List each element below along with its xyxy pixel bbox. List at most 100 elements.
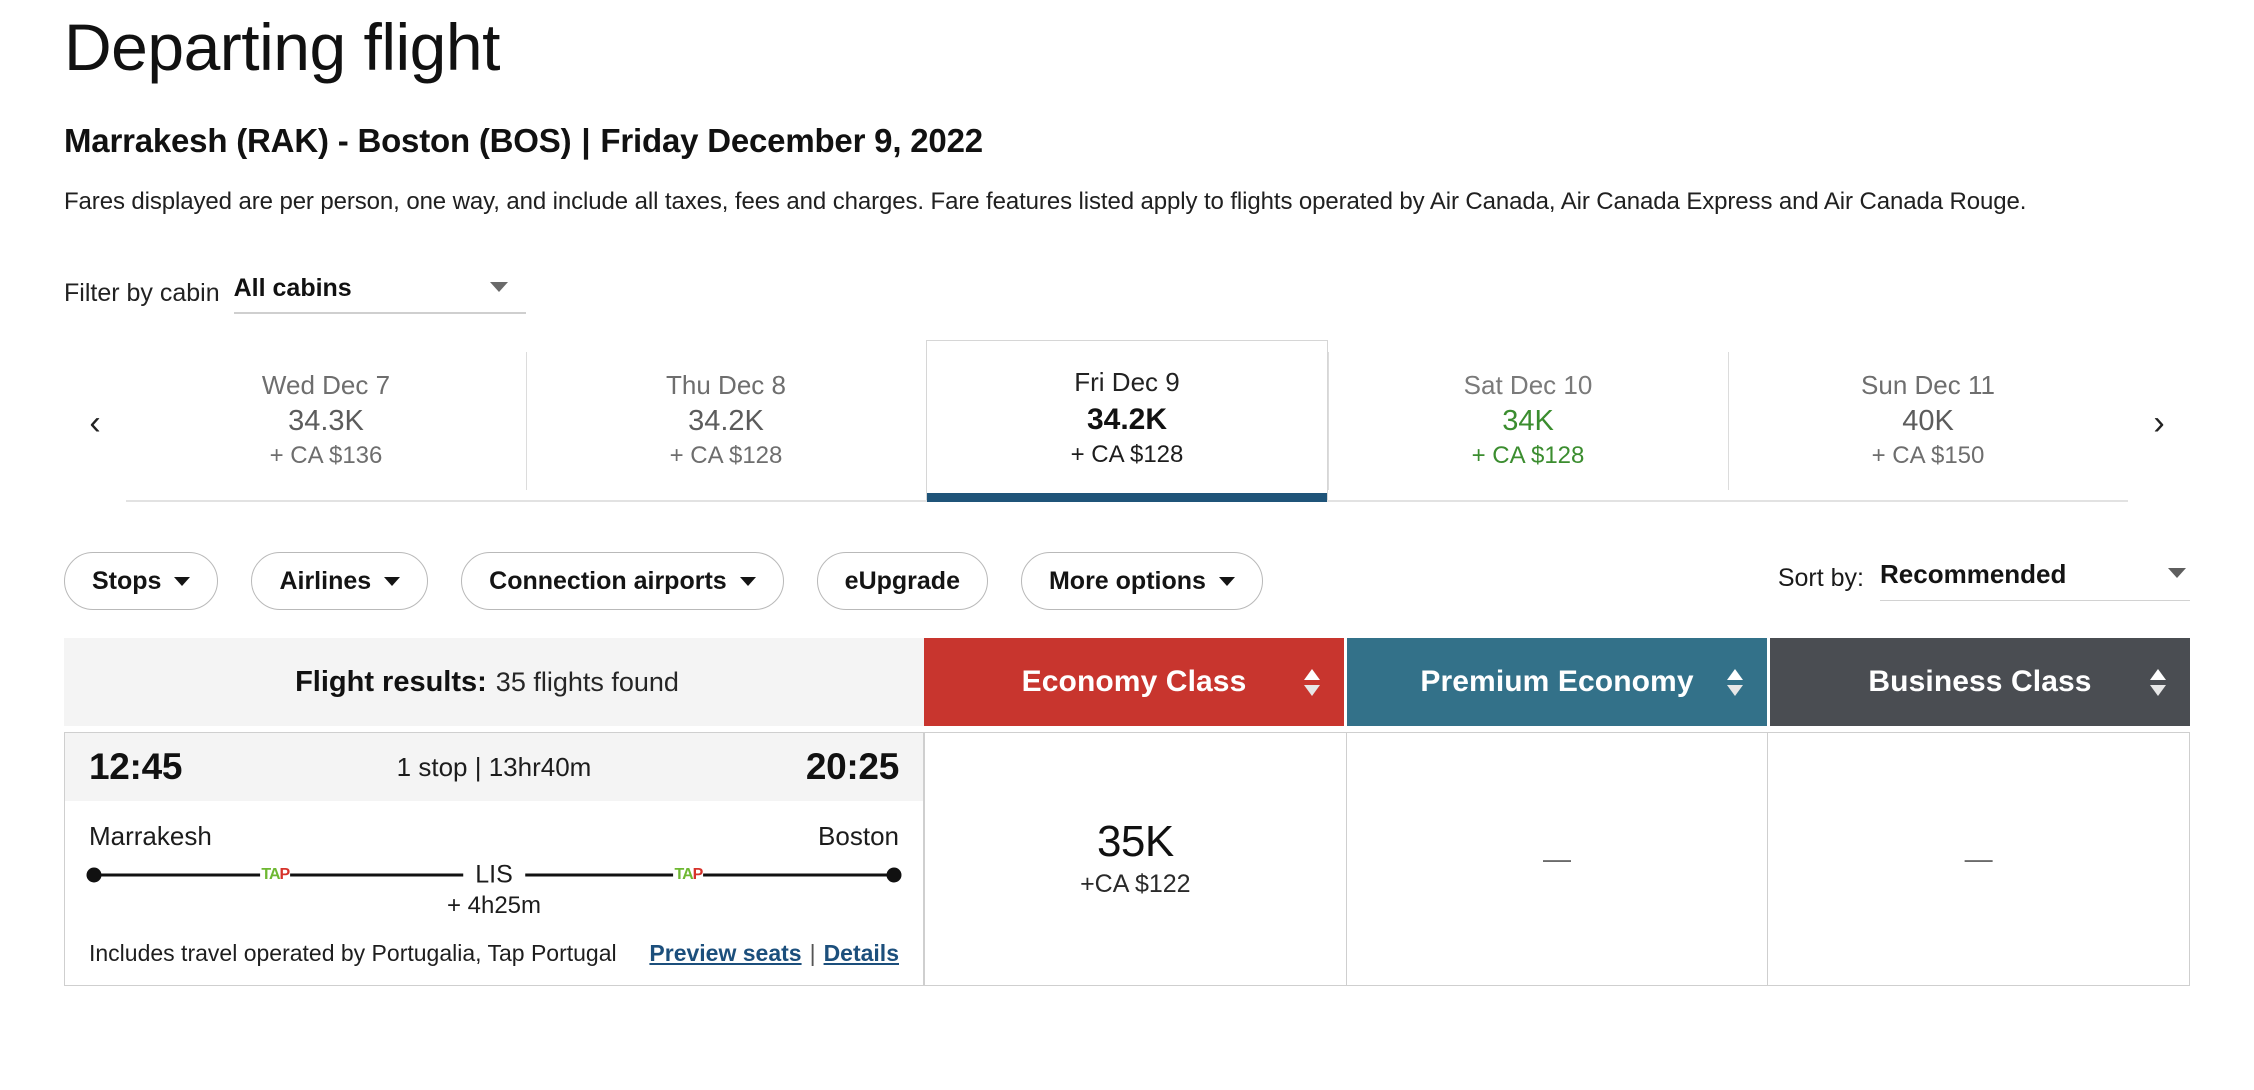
connection-airport-code: LIS — [463, 860, 525, 890]
date-track: Wed Dec 7 34.3K + CA $136 Thu Dec 8 34.2… — [126, 340, 2128, 502]
filter-eupgrade-label: eUpgrade — [844, 566, 960, 595]
tap-air-portugal-logo-icon: TAP — [260, 866, 291, 884]
chevron-down-icon — [739, 576, 756, 586]
filter-stops-label: Stops — [92, 566, 162, 595]
fares-disclaimer: Fares displayed are per person, one way,… — [64, 188, 2027, 215]
date-day-label: Sun Dec 11 — [1861, 369, 1995, 400]
filter-stops-button[interactable]: Stops — [64, 552, 219, 610]
route-date: Friday December 9, 2022 — [600, 122, 983, 159]
date-cash: + CA $136 — [269, 442, 383, 470]
date-cash: + CA $150 — [1871, 442, 1985, 470]
destination-city: Boston — [818, 821, 899, 851]
tap-logo-red: P — [692, 866, 704, 883]
depart-time: 12:45 — [89, 746, 183, 787]
flight-card-links: Preview seats | Details — [649, 940, 899, 967]
sort-toggle-icon[interactable] — [1727, 663, 1743, 701]
page-title: Departing flight — [64, 10, 500, 84]
caret-up-icon — [1727, 668, 1743, 680]
date-points: 34.2K — [1086, 402, 1168, 436]
date-next-button[interactable]: › — [2128, 344, 2190, 502]
filter-more-options-button[interactable]: More options — [1020, 552, 1263, 610]
tap-logo-green: TA — [261, 866, 280, 883]
destination-dot-icon — [886, 867, 902, 883]
origin-dot-icon — [86, 867, 102, 883]
chevron-down-icon — [1218, 576, 1235, 586]
date-cell-fri-dec-9[interactable]: Fri Dec 9 34.2K + CA $128 — [926, 340, 1328, 502]
cabin-select-value: All cabins — [233, 274, 352, 302]
filter-airlines-button[interactable]: Airlines — [251, 552, 429, 610]
date-cell-sat-dec-10[interactable]: Sat Dec 10 34K + CA $128 — [1328, 344, 1728, 500]
flight-itinerary-card[interactable]: 12:45 1 stop | 13hr40m 20:25 Marrakesh B… — [64, 732, 924, 986]
date-points: 34.3K — [288, 404, 364, 437]
route-diagram: Marrakesh Boston TAP LIS TAP + 4h25m — [65, 801, 923, 940]
date-cash: + CA $128 — [1070, 441, 1184, 469]
flight-results-grid: Flight results: 35 flights found Economy… — [64, 638, 2191, 986]
flight-results-label: Flight results: — [295, 665, 487, 698]
caret-down-icon — [1304, 684, 1320, 696]
route-separator: | — [581, 122, 591, 159]
tap-air-portugal-logo-icon: TAP — [673, 866, 704, 884]
tap-logo-green: TA — [674, 866, 693, 883]
filter-connection-airports-button[interactable]: Connection airports — [461, 552, 784, 610]
sort-value: Recommended — [1880, 559, 2067, 589]
link-separator: | — [809, 940, 816, 966]
flight-results-count: Flight results: 35 flights found — [64, 638, 924, 726]
details-link[interactable]: Details — [824, 940, 899, 966]
sort-select[interactable]: Recommended — [1880, 559, 2190, 601]
fare-unavailable-premium-economy: — — [1543, 843, 1571, 874]
cabin-filter-label: Filter by cabin — [64, 279, 220, 307]
sort-toggle-icon[interactable] — [1304, 663, 1320, 701]
route-summary: Marrakesh (RAK) - Boston (BOS) | Friday De… — [64, 122, 2190, 160]
flight-times-bar: 12:45 1 stop | 13hr40m 20:25 — [65, 733, 923, 801]
filter-connection-airports-label: Connection airports — [489, 566, 727, 595]
date-day-label: Sat Dec 10 — [1463, 369, 1593, 400]
cabin-select[interactable]: All cabins — [233, 274, 526, 314]
operated-by-note: Includes travel operated by Portugalia, … — [89, 940, 617, 966]
column-header-business-class[interactable]: Business Class — [1770, 638, 2190, 726]
filter-eupgrade-button[interactable]: eUpgrade — [816, 552, 988, 610]
date-prev-button[interactable]: ‹ — [64, 344, 126, 502]
date-cell-wed-dec-7[interactable]: Wed Dec 7 34.3K + CA $136 — [126, 344, 526, 500]
chevron-down-icon — [489, 282, 508, 292]
date-strip: ‹ Wed Dec 7 34.3K + CA $136 Thu Dec 8 34… — [64, 340, 2190, 502]
fare-cell-business[interactable]: — — [1768, 732, 2191, 986]
date-cell-thu-dec-8[interactable]: Thu Dec 8 34.2K + CA $128 — [526, 344, 926, 500]
filter-airlines-label: Airlines — [279, 566, 372, 595]
column-header-economy-label: Economy Class — [1021, 665, 1247, 698]
filter-more-options-label: More options — [1048, 566, 1206, 595]
date-cash: + CA $128 — [1471, 442, 1585, 470]
flight-results-value: 35 flights found — [495, 666, 679, 697]
caret-up-icon — [2150, 668, 2166, 680]
fare-cell-economy[interactable]: 35K +CA $122 — [924, 732, 1347, 986]
filters-toolbar: Stops Airlines Connection airports eUpgr… — [64, 546, 2190, 616]
caret-down-icon — [1727, 684, 1743, 696]
column-header-economy-class[interactable]: Economy Class — [924, 638, 1344, 726]
route-endpoints: Marrakesh (RAK) - Boston (BOS) — [64, 122, 572, 159]
chevron-down-icon — [2168, 568, 2186, 578]
date-day-label: Thu Dec 8 — [666, 369, 786, 400]
cabin-filter: Filter by cabin All cabins — [64, 264, 2190, 314]
date-day-label: Wed Dec 7 — [261, 369, 391, 400]
caret-up-icon — [1304, 668, 1320, 680]
date-points: 34K — [1502, 404, 1554, 437]
sort-toggle-icon[interactable] — [2150, 663, 2166, 701]
flight-card-footer: Includes travel operated by Portugalia, … — [65, 940, 923, 985]
date-cell-sun-dec-11[interactable]: Sun Dec 11 40K + CA $150 — [1728, 344, 2128, 500]
date-cash: + CA $128 — [669, 442, 783, 470]
sort-control: Sort by: Recommended — [1778, 559, 2190, 603]
preview-seats-link[interactable]: Preview seats — [649, 940, 801, 966]
layover-duration: + 4h25m — [446, 892, 542, 919]
origin-city: Marrakesh — [89, 821, 212, 851]
chevron-down-icon — [174, 576, 191, 586]
tap-logo-red: P — [279, 866, 291, 883]
fare-cell-premium-economy[interactable]: — — [1346, 732, 1769, 986]
column-header-premium-economy[interactable]: Premium Economy — [1347, 638, 1767, 726]
date-points: 40K — [1902, 404, 1954, 437]
column-header-business-label: Business Class — [1868, 665, 2092, 698]
stops-and-duration: 1 stop | 13hr40m — [396, 751, 592, 782]
chevron-down-icon — [384, 576, 401, 586]
column-header-premium-label: Premium Economy — [1420, 665, 1694, 698]
flight-result-row: 12:45 1 stop | 13hr40m 20:25 Marrakesh B… — [64, 732, 2191, 986]
sort-label: Sort by: — [1777, 564, 1864, 592]
arrive-time: 20:25 — [805, 746, 899, 787]
